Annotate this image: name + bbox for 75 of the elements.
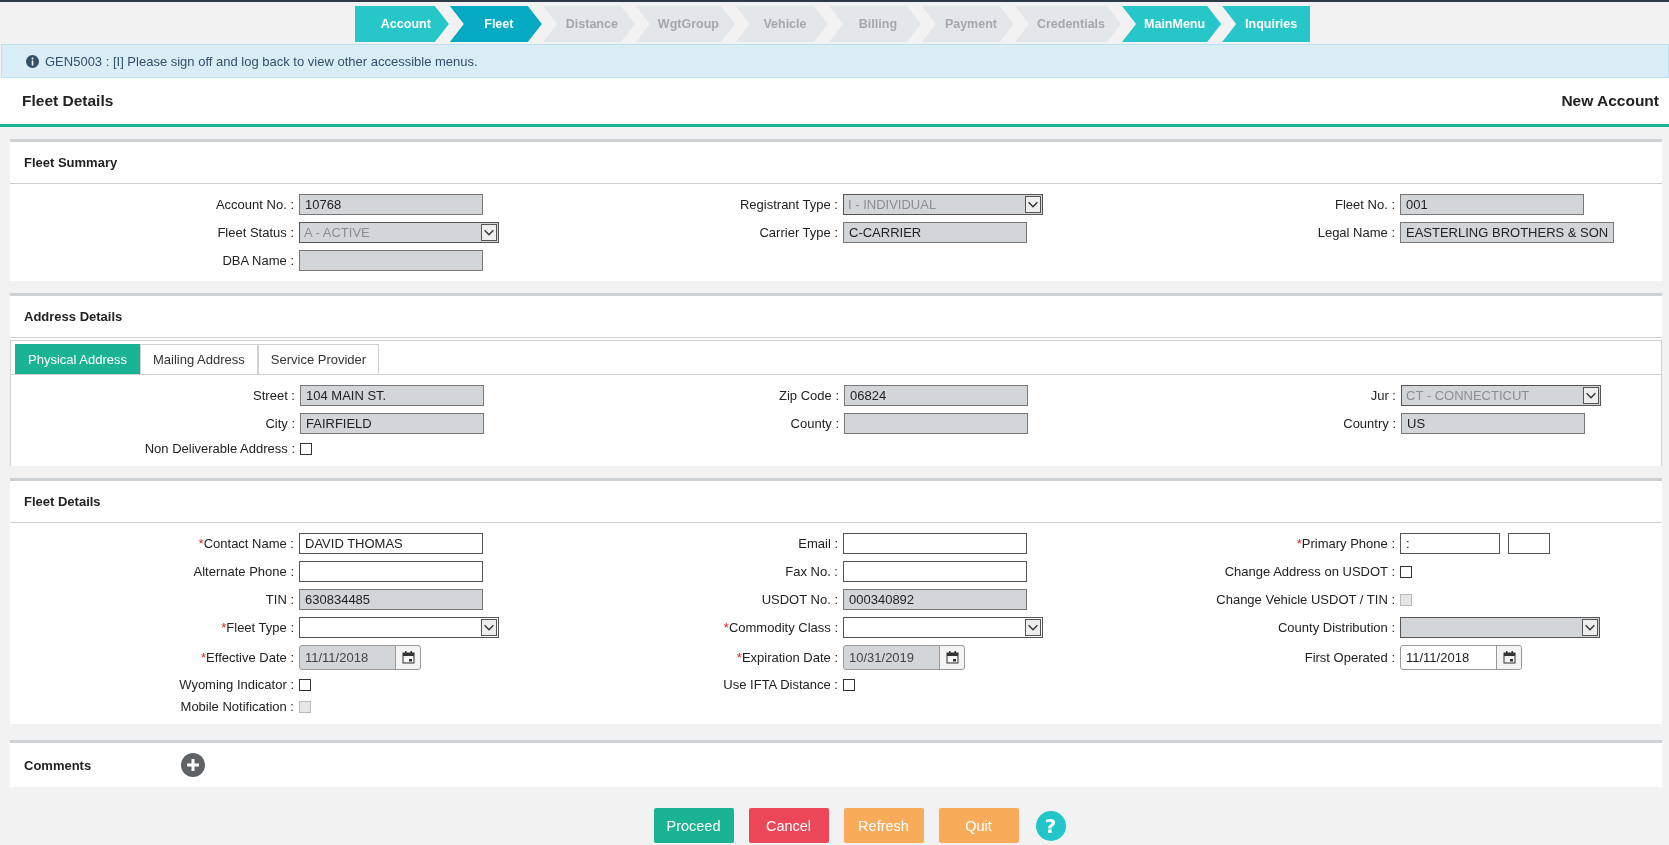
checkbox[interactable] <box>843 678 855 691</box>
phone-extension-field[interactable] <box>1508 533 1550 554</box>
add-icon[interactable] <box>181 753 206 777</box>
wizard-step[interactable]: Account <box>354 6 449 42</box>
field-label: Change Vehicle USDOT / TIN : <box>1215 591 1395 609</box>
proceed-button[interactable]: Proceed <box>653 808 734 843</box>
wizard-step[interactable]: Billing <box>828 6 921 42</box>
field-label: Jur : <box>1369 387 1396 405</box>
field-label: Street : <box>252 387 295 405</box>
field-label: *Effective Date : <box>200 649 294 667</box>
field-label: Registrant Type : <box>738 196 838 214</box>
field-label: Use IFTA Distance : <box>722 677 838 692</box>
wizard-step[interactable]: Payment <box>921 6 1014 42</box>
field-label: *Contact Name : <box>197 535 294 553</box>
dropdown[interactable] <box>843 617 1043 638</box>
field-label: City : <box>264 415 295 433</box>
field-label: TIN : <box>264 591 294 609</box>
caret-icon[interactable] <box>1025 619 1041 636</box>
field-label: USDOT No. : <box>760 591 838 609</box>
field-label: Fleet Status : <box>216 224 294 242</box>
wizard-step[interactable]: Fleet <box>449 6 542 42</box>
quit-button[interactable]: Quit <box>938 808 1019 843</box>
field-label: Zip Code : <box>778 387 839 405</box>
text-field[interactable] <box>843 533 1027 554</box>
section-title: Address Details <box>10 296 1662 338</box>
page-mode: New Account <box>1561 92 1659 110</box>
field-label: Non Deliverable Address : <box>143 441 295 456</box>
field-label: Fax No. : <box>784 563 838 581</box>
field-label: County Distribution : <box>1276 619 1395 637</box>
dropdown[interactable] <box>299 617 499 638</box>
field-label: First Operated : <box>1303 649 1395 667</box>
field-label: Mobile Notification : <box>179 699 294 714</box>
wizard-step[interactable]: WgtGroup <box>635 6 735 42</box>
checkbox[interactable] <box>300 442 312 455</box>
text-field[interactable] <box>299 561 483 582</box>
field-label: County : <box>789 415 839 433</box>
section-title: Comments <box>24 757 92 773</box>
caret-icon[interactable] <box>481 619 497 636</box>
field-label: *Expiration Date : <box>735 649 838 667</box>
field-label: Alternate Phone : <box>192 563 294 581</box>
field-label: *Fleet Type : <box>220 619 294 637</box>
tab[interactable]: Mailing Address <box>140 344 258 374</box>
cancel-button[interactable]: Cancel <box>748 808 829 843</box>
field-label: Change Address on USDOT : <box>1223 563 1395 581</box>
field-label: Email : <box>797 535 838 553</box>
tab[interactable]: Service Provider <box>257 344 380 374</box>
section-title: Fleet Details <box>10 481 1662 523</box>
text-field[interactable] <box>843 561 1027 582</box>
field-label: Wyoming Indicator : <box>178 677 294 692</box>
wizard-step[interactable]: Credentials <box>1014 6 1122 42</box>
help-button[interactable]: ? <box>1035 810 1066 841</box>
field-label: Country : <box>1342 415 1396 433</box>
phone-field[interactable]: : <box>1400 533 1500 554</box>
calendar-icon[interactable] <box>1502 651 1516 664</box>
wizard-step[interactable]: MainMenu <box>1122 6 1222 42</box>
info-icon <box>26 54 39 68</box>
field-label: Carrier Type : <box>758 224 838 242</box>
text-field[interactable]: DAVID THOMAS <box>299 533 483 554</box>
tab[interactable]: Physical Address <box>15 344 140 374</box>
wizard-step[interactable]: Vehicle <box>735 6 828 42</box>
field-label: Fleet No. : <box>1334 196 1395 214</box>
page-title: Fleet Details <box>22 92 114 110</box>
checkbox[interactable] <box>299 678 311 691</box>
field-label: *Commodity Class : <box>722 619 838 637</box>
field-label: Legal Name : <box>1316 224 1395 242</box>
checkbox[interactable] <box>1400 565 1412 578</box>
field-label: *Primary Phone : <box>1295 535 1395 553</box>
wizard-step[interactable]: Inquiries <box>1222 6 1311 42</box>
field-label: DBA Name : <box>221 252 294 270</box>
refresh-button[interactable]: Refresh <box>843 808 924 843</box>
date-field[interactable]: 11/11/2018 <box>1400 645 1522 670</box>
section-title: Fleet Summary <box>10 142 1662 184</box>
field-label: Account No. : <box>214 196 294 214</box>
info-message: GEN5003 : [I] Please sign off and log back to view other accessible menus. <box>45 53 478 69</box>
wizard-step[interactable]: Distance <box>542 6 635 42</box>
